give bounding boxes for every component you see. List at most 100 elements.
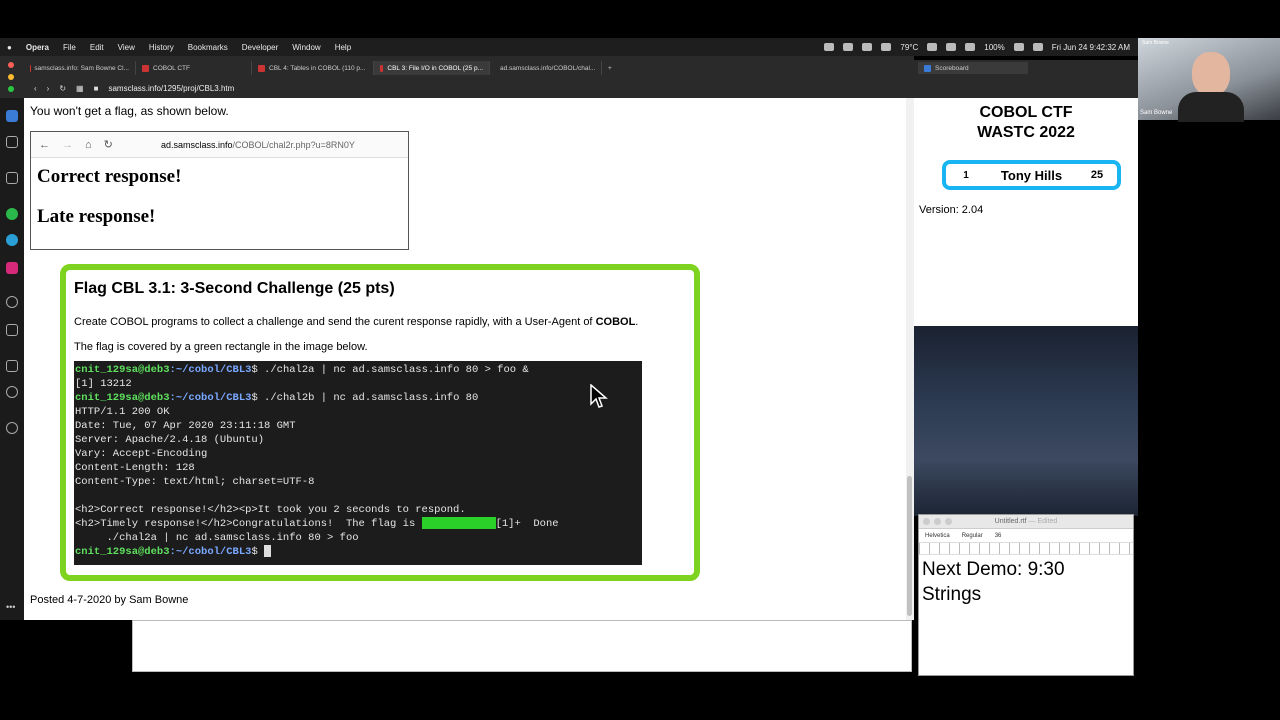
- example-url: ad.samsclass.info/COBOL/chal2r.php?u=8RN…: [161, 140, 355, 150]
- example-url-path: /COBOL/chal2r.php?u=8RN0Y: [232, 140, 355, 150]
- tab-ad-samsclass[interactable]: ad.samsclass.info/COBOL/chal...: [490, 61, 602, 75]
- terminal-cursor: [264, 545, 272, 558]
- tab-bar: samsclass.info: Sam Bowne Cl... COBOL CT…: [24, 60, 914, 76]
- terminal-screenshot: cnit_129sa@deb3:~/cobol/CBL3$ ./chal2a |…: [74, 361, 642, 565]
- textedit-titlebar[interactable]: Untitled.rtf — Edited: [919, 515, 1133, 529]
- clock[interactable]: Fri Jun 24 9:42:32 AM: [1052, 43, 1130, 52]
- webcam-caption: Sam Bowne: [1140, 110, 1173, 116]
- temperature-readout[interactable]: 79°C: [900, 43, 918, 52]
- ruler[interactable]: [919, 543, 1133, 555]
- send-icon[interactable]: [6, 324, 18, 336]
- history-icon[interactable]: [6, 386, 18, 398]
- status-icon[interactable]: [862, 43, 873, 51]
- home-icon[interactable]: [6, 110, 18, 122]
- example-url-domain: ad.samsclass.info: [161, 140, 233, 150]
- heart-icon[interactable]: [6, 360, 18, 372]
- scoreboard-title: COBOL CTF: [979, 104, 1073, 121]
- tab-scoreboard[interactable]: Scoreboard: [918, 62, 1028, 74]
- favicon-icon: [924, 64, 931, 72]
- output-line: Date: Tue, 07 Apr 2020 23:11:18 GMT: [75, 420, 296, 432]
- job-line: [1] 13212: [75, 378, 132, 390]
- output-line: Vary: Accept-Encoding: [75, 448, 208, 460]
- clipboard-icon[interactable]: [6, 172, 18, 184]
- scoreboard-subtitle: WASTC 2022: [977, 124, 1075, 141]
- document-body[interactable]: Next Demo: 9:30 Strings: [919, 555, 1133, 609]
- font-select[interactable]: Helvetica: [925, 533, 950, 539]
- posted-by: Posted 4-7-2020 by Sam Bowne: [30, 594, 189, 606]
- zoom-window-icon[interactable]: [8, 86, 14, 92]
- command-line: $ ./chal2b | nc ad.samsclass.info 80: [251, 392, 479, 404]
- tab-label: CBL 3: File I/O in COBOL (25 p...: [387, 64, 483, 72]
- tabs-grid-icon[interactable]: ▦: [76, 84, 84, 93]
- status-area: 79°C 100% Fri Jun 24 9:42:32 AM: [824, 43, 1138, 52]
- bluetooth-icon[interactable]: [965, 43, 976, 51]
- status-icon[interactable]: [843, 43, 854, 51]
- menu-help[interactable]: Help: [328, 43, 358, 52]
- menu-edit[interactable]: Edit: [83, 43, 111, 52]
- scrollbar-thumb[interactable]: [907, 476, 912, 616]
- minimize-window-icon[interactable]: [934, 518, 941, 525]
- back-icon[interactable]: ‹: [34, 84, 37, 93]
- search-icon[interactable]: [1013, 43, 1024, 51]
- tab-label: Scoreboard: [935, 64, 969, 72]
- instructions-end: .: [635, 316, 639, 328]
- opera-sidebar: [0, 98, 24, 620]
- style-select[interactable]: Regular: [962, 533, 983, 539]
- menu-view[interactable]: View: [111, 43, 142, 52]
- textedit-window: Untitled.rtf — Edited Helvetica Regular …: [918, 514, 1134, 676]
- webcam-label: Sam Bowne: [1142, 40, 1169, 46]
- lock-icon: ■: [93, 83, 99, 93]
- scoreboard-page: COBOL CTF WASTC 2022 1 Tony Hills 25 Ver…: [914, 98, 1138, 326]
- reload-icon[interactable]: ↻: [59, 84, 66, 93]
- close-window-icon[interactable]: [923, 518, 930, 525]
- new-tab-button[interactable]: +: [602, 61, 618, 75]
- instagram-icon[interactable]: [6, 262, 18, 274]
- battery-readout[interactable]: 100%: [984, 43, 1004, 52]
- control-center-icon[interactable]: [1032, 43, 1043, 51]
- address-bar: ‹ › ↻ ▦ ■ samsclass.info/1295/proj/CBL3.…: [24, 78, 914, 98]
- tab-samsclass[interactable]: samsclass.info: Sam Bowne Cl...: [24, 61, 136, 75]
- note-line: Next Demo: 9:30: [922, 559, 1065, 580]
- close-window-icon[interactable]: [8, 62, 14, 68]
- telegram-icon[interactable]: [6, 234, 18, 246]
- menu-window[interactable]: Window: [285, 43, 327, 52]
- score-rank: 1: [963, 169, 969, 181]
- tab-cobol-ctf[interactable]: COBOL CTF: [136, 61, 252, 75]
- tab-cbl3[interactable]: CBL 3: File I/O in COBOL (25 p...: [374, 61, 490, 75]
- presenter-head: [1192, 52, 1230, 96]
- prompt-user: cnit_129sa@deb3: [75, 364, 170, 376]
- size-select[interactable]: 36: [995, 533, 1002, 539]
- user-agent-value: COBOL: [595, 316, 636, 328]
- menu-history[interactable]: History: [142, 43, 181, 52]
- desktop-wallpaper: [914, 326, 1138, 516]
- prompt-path: :~/cobol/CBL3: [169, 364, 252, 376]
- favicon-icon: [380, 64, 384, 72]
- zoom-window-icon[interactable]: [945, 518, 952, 525]
- status-icon[interactable]: [881, 43, 892, 51]
- app-menu[interactable]: Opera: [19, 43, 56, 52]
- minimize-window-icon[interactable]: [8, 74, 14, 80]
- version-label: Version: 2.04: [919, 204, 984, 216]
- whatsapp-icon[interactable]: [6, 208, 18, 220]
- example-screenshot: ← → ⌂ ↻ ad.samsclass.info/COBOL/chal2r.p…: [30, 131, 409, 250]
- music-icon[interactable]: [6, 296, 18, 308]
- star-icon[interactable]: [6, 136, 18, 148]
- output-line: <h2>Timely response!</h2>Congratulations…: [75, 518, 422, 530]
- tab-cbl4[interactable]: CBL 4: Tables in COBOL (110 p...: [252, 61, 374, 75]
- command-line: $ ./chal2a | nc ad.samsclass.info 80 > f…: [251, 364, 529, 376]
- url-field[interactable]: samsclass.info/1295/proj/CBL3.htm: [108, 84, 234, 93]
- menu-developer[interactable]: Developer: [235, 43, 285, 52]
- back-arrow-icon: ←: [39, 138, 50, 151]
- wifi-icon[interactable]: [927, 43, 938, 51]
- menu-file[interactable]: File: [56, 43, 83, 52]
- prompt-path: :~/cobol/CBL3: [169, 546, 252, 558]
- status-icon[interactable]: [824, 43, 835, 51]
- menu-bookmarks[interactable]: Bookmarks: [181, 43, 235, 52]
- favicon-icon: [258, 64, 265, 72]
- lightbulb-icon[interactable]: [6, 422, 18, 434]
- volume-icon[interactable]: [946, 43, 957, 51]
- forward-icon[interactable]: ›: [47, 84, 50, 93]
- more-icon[interactable]: •••: [6, 602, 15, 612]
- score-name: Tony Hills: [1000, 167, 1063, 183]
- apple-menu-icon[interactable]: ●: [0, 43, 19, 52]
